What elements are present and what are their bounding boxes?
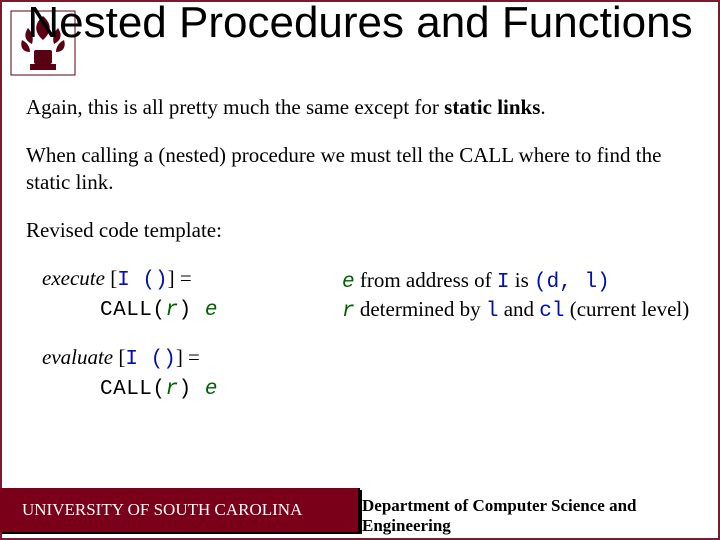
para1-suffix: . — [540, 95, 545, 119]
rhs-I: I — [497, 271, 510, 294]
evaluate-call: CALL(r) e — [100, 377, 302, 403]
call-e2: e — [205, 378, 218, 401]
evaluate-word: evaluate — [42, 345, 113, 369]
rhs-line1: e from address of I is (d, l) — [342, 267, 704, 296]
rhs-d: d — [547, 271, 560, 294]
rhs-line2: r determined by l and cl (current level) — [342, 296, 704, 325]
paragraph-explain: When calling a (nested) procedure we mus… — [26, 142, 704, 195]
template-evaluate: evaluate [I ()] = CALL(r) e — [42, 344, 704, 404]
paragraph-template-heading: Revised code template: — [26, 217, 704, 243]
slide: Nested Procedures and Functions Again, t… — [0, 0, 720, 540]
rhs2-det: determined by — [355, 297, 486, 321]
call-r: r — [166, 299, 179, 322]
evaluate-lhs: evaluate [I ()] = CALL(r) e — [42, 344, 302, 404]
execute-lhs: execute [I ()] = CALL(r) e — [42, 265, 302, 325]
call-close: ) — [179, 299, 205, 322]
slide-body: Again, this is all pretty much the same … — [26, 94, 704, 421]
code-I2: I — [125, 348, 138, 371]
para1-strong: static links — [444, 95, 540, 119]
rhs-l: l — [584, 271, 597, 294]
rhs2-cl: cl — [539, 300, 564, 323]
rhs-comma: , — [559, 271, 584, 294]
footer: UNIVERSITY OF SOUTH CAROLINA Department … — [2, 494, 718, 538]
footer-university: UNIVERSITY OF SOUTH CAROLINA — [0, 488, 360, 532]
bracket-close-eq2: ] = — [176, 345, 200, 369]
execute-word: execute — [42, 266, 105, 290]
rhs-e: e — [342, 271, 355, 294]
rhs2-and: and — [498, 297, 539, 321]
code-templates: execute [I ()] = CALL(r) e e from addres… — [42, 265, 704, 403]
rhs-is: is — [510, 268, 535, 292]
code-parens: () — [130, 269, 168, 292]
paragraph-intro: Again, this is all pretty much the same … — [26, 94, 704, 120]
call-close2: ) — [179, 378, 205, 401]
rhs2-l: l — [486, 300, 499, 323]
rhs-from: from address of — [355, 268, 497, 292]
call-r2: r — [166, 378, 179, 401]
para1-prefix: Again, this is all pretty much the same … — [26, 95, 444, 119]
bracket-open2: [ — [113, 345, 125, 369]
rhs2-r: r — [342, 300, 355, 323]
rhs2-tail: (current level) — [564, 297, 689, 321]
bracket-close-eq: ] = — [168, 266, 192, 290]
slide-title: Nested Procedures and Functions — [2, 0, 718, 46]
bracket-open: [ — [105, 266, 117, 290]
execute-rhs: e from address of I is (d, l) r determin… — [342, 265, 704, 326]
call-text2: CALL( — [100, 378, 166, 401]
call-text: CALL( — [100, 299, 166, 322]
code-parens2: () — [138, 348, 176, 371]
execute-call: CALL(r) e — [100, 298, 302, 324]
code-I: I — [117, 269, 130, 292]
rhs-pair-open: ( — [534, 271, 547, 294]
template-execute: execute [I ()] = CALL(r) e e from addres… — [42, 265, 704, 326]
call-e: e — [205, 299, 218, 322]
footer-department: Department of Computer Science and Engin… — [362, 494, 718, 538]
rhs-pair-close: ) — [597, 271, 610, 294]
